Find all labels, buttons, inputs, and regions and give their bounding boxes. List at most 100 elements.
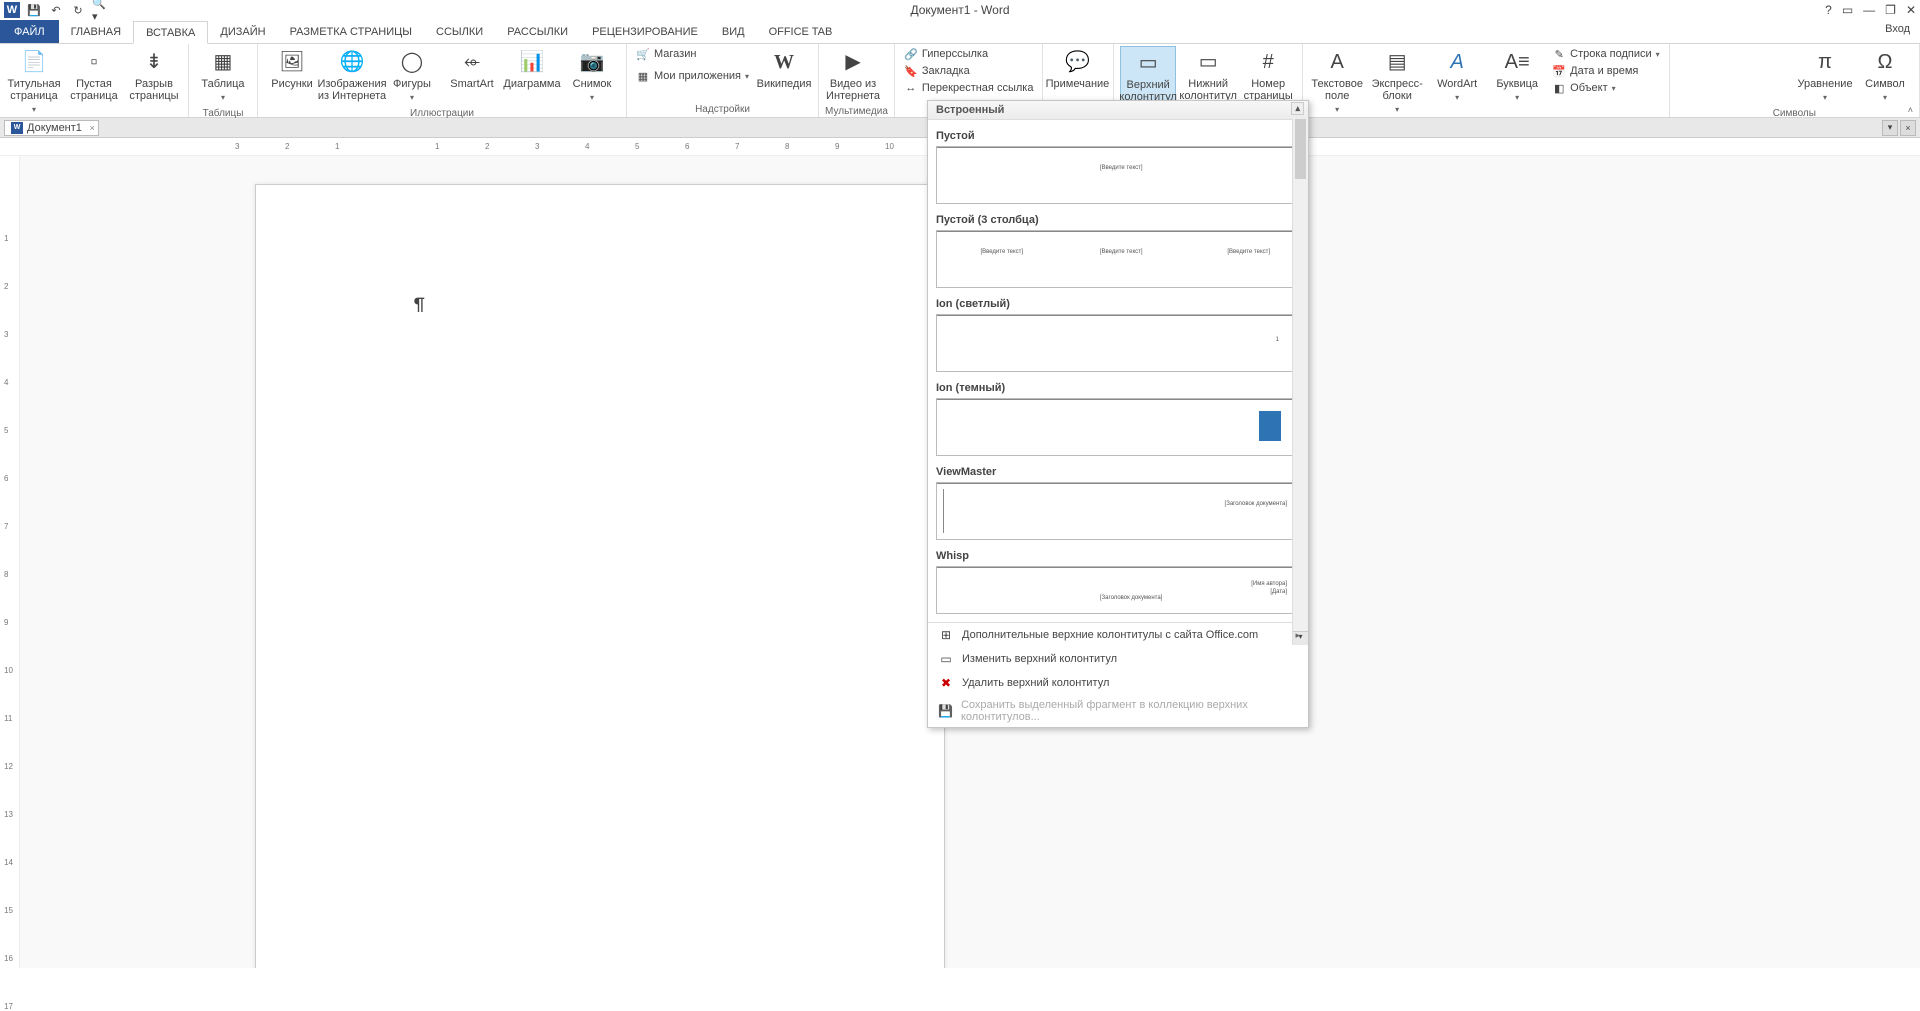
tab-insert[interactable]: ВСТАВКА [133, 21, 208, 44]
gallery-item-ion-dark[interactable] [936, 398, 1300, 456]
bookmark-button[interactable]: 🔖Закладка [901, 63, 1037, 79]
scrollbar-thumb[interactable] [1295, 119, 1306, 179]
smartart-button[interactable]: ⬰SmartArt [444, 46, 500, 92]
table-button[interactable]: ▦Таблица [195, 46, 251, 106]
my-apps-button[interactable]: ▦Мои приложения [633, 68, 752, 84]
ribbon-display-icon[interactable]: ▭ [1842, 3, 1853, 17]
header-gallery-dropdown: Встроенный ▴ Пустой [Введите текст] Пуст… [927, 100, 1309, 728]
equation-button[interactable]: πУравнение [1797, 46, 1853, 106]
screenshot-button[interactable]: 📷Снимок [564, 46, 620, 106]
gallery-item-ion-light[interactable]: 1 [936, 314, 1300, 372]
comment-button[interactable]: 💬Примечание [1049, 46, 1105, 92]
datetime-icon: 📅 [1552, 64, 1566, 78]
page-break-icon: ⇟ [140, 48, 168, 76]
save-gallery-icon: 💾 [938, 703, 953, 719]
close-tab-icon[interactable]: × [90, 123, 95, 133]
dropcap-button[interactable]: A≡Буквица [1489, 46, 1545, 106]
maximize-icon[interactable]: ❐ [1885, 3, 1896, 17]
symbol-button[interactable]: ΩСимвол [1857, 46, 1913, 106]
shapes-button[interactable]: ◯Фигуры [384, 46, 440, 106]
gallery-footer: ⊞ Дополнительные верхние колонтитулы с с… [928, 622, 1308, 727]
redo-icon[interactable]: ↻ [70, 2, 86, 18]
page[interactable]: ¶ [255, 184, 945, 968]
group-addins: 🛒Магазин ▦Мои приложения WВикипедия Надс… [627, 44, 819, 117]
tab-file[interactable]: ФАЙЛ [0, 20, 59, 43]
ribbon-tabs: ФАЙЛ ГЛАВНАЯ ВСТАВКА ДИЗАЙН РАЗМЕТКА СТР… [0, 20, 1920, 44]
store-button[interactable]: 🛒Магазин [633, 46, 752, 62]
crossref-icon: ↔ [904, 81, 918, 95]
gallery-item-label: ViewMaster [936, 460, 1300, 482]
gallery-item-label: Пустой (3 столбца) [936, 208, 1300, 230]
gallery-body: Пустой [Введите текст] Пустой (3 столбца… [928, 120, 1308, 622]
edit-header[interactable]: ▭ Изменить верхний колонтитул [928, 647, 1308, 671]
signature-line-button[interactable]: ✎Строка подписи [1549, 46, 1662, 62]
cover-page-icon: 📄 [20, 48, 48, 76]
save-selection-to-gallery: 💾 Сохранить выделенный фрагмент в коллек… [928, 695, 1308, 727]
signature-icon: ✎ [1552, 47, 1566, 61]
tab-office-tab[interactable]: OFFICE TAB [757, 20, 845, 43]
wordart-button[interactable]: AWordArt [1429, 46, 1485, 106]
pictures-button[interactable]: 🖼Рисунки [264, 46, 320, 92]
chart-button[interactable]: 📊Диаграмма [504, 46, 560, 92]
quickparts-icon: ▤ [1383, 48, 1411, 76]
textbox-button[interactable]: AТекстовое поле [1309, 46, 1365, 118]
gallery-scroll-up-icon[interactable]: ▴ [1291, 102, 1304, 115]
chart-icon: 📊 [518, 48, 546, 76]
word-icon: W [4, 2, 20, 18]
cover-page-button[interactable]: 📄Титульная страница [6, 46, 62, 118]
object-button[interactable]: ◧Объект [1549, 80, 1662, 96]
wikipedia-icon: W [770, 48, 798, 76]
remove-header-icon: ✖ [938, 675, 954, 691]
vertical-ruler[interactable]: 1234567891011121314151617 [0, 156, 20, 968]
save-icon[interactable]: 💾 [26, 2, 42, 18]
tab-home[interactable]: ГЛАВНАЯ [59, 20, 133, 43]
gallery-scrollbar[interactable]: ▾ [1292, 119, 1308, 645]
qat-more-icon[interactable]: 🔍▾ [92, 2, 108, 18]
collapse-ribbon-icon[interactable]: ˄ [1908, 105, 1913, 115]
wikipedia-button[interactable]: WВикипедия [756, 46, 812, 92]
tab-view[interactable]: ВИД [710, 20, 757, 43]
tab-layout[interactable]: РАЗМЕТКА СТРАНИЦЫ [278, 20, 424, 43]
gallery-item-empty[interactable]: [Введите текст] [936, 146, 1300, 204]
office-icon: ⊞ [938, 627, 954, 643]
help-icon[interactable]: ? [1825, 3, 1832, 17]
more-headers-office-com[interactable]: ⊞ Дополнительные верхние колонтитулы с с… [928, 623, 1308, 647]
store-icon: 🛒 [636, 47, 650, 61]
close-icon[interactable]: ✕ [1906, 3, 1916, 17]
online-video-button[interactable]: ▶Видео из Интернета [825, 46, 881, 104]
tab-design[interactable]: ДИЗАЙН [208, 20, 277, 43]
blank-page-button[interactable]: ▫Пустая страница [66, 46, 122, 104]
tab-review[interactable]: РЕЦЕНЗИРОВАНИЕ [580, 20, 710, 43]
page-break-button[interactable]: ⇟Разрыв страницы [126, 46, 182, 104]
document-tab[interactable]: W Документ1 × [4, 120, 99, 136]
window-buttons: ? ▭ — ❐ ✕ [1825, 3, 1916, 17]
tabbar-close-icon[interactable]: × [1900, 120, 1916, 136]
date-time-button[interactable]: 📅Дата и время [1549, 63, 1662, 79]
pictures-icon: 🖼 [278, 48, 306, 76]
undo-icon[interactable]: ↶ [48, 2, 64, 18]
document-tab-label: Документ1 [27, 122, 82, 134]
hyperlink-icon: 🔗 [904, 47, 918, 61]
window-title: Документ1 - Word [910, 3, 1009, 17]
gallery-item-label: Ion (светлый) [936, 292, 1300, 314]
gallery-item-viewmaster[interactable]: [Заголовок документа] [936, 482, 1300, 540]
group-illustrations: 🖼Рисунки 🌐Изображения из Интернета ◯Фигу… [258, 44, 627, 117]
minimize-icon[interactable]: — [1863, 3, 1875, 17]
group-label-addins: Надстройки [633, 102, 812, 115]
quickparts-button[interactable]: ▤Экспресс-блоки [1369, 46, 1425, 118]
gallery-item-whisp[interactable]: [Заголовок документа] [Имя автора] [Дата… [936, 566, 1300, 614]
tab-references[interactable]: ССЫЛКИ [424, 20, 495, 43]
blank-page-icon: ▫ [80, 48, 108, 76]
paragraph-mark-icon: ¶ [414, 293, 425, 315]
sign-in-link[interactable]: Вход [1885, 23, 1910, 35]
tab-mailings[interactable]: РАССЫЛКИ [495, 20, 580, 43]
header-icon: ▭ [1134, 49, 1162, 77]
tabbar-menu-icon[interactable]: ▾ [1882, 120, 1898, 136]
chevron-right-icon: ▸ [1295, 630, 1300, 641]
remove-header[interactable]: ✖ Удалить верхний колонтитул [928, 671, 1308, 695]
hyperlink-button[interactable]: 🔗Гиперссылка [901, 46, 1037, 62]
online-pictures-button[interactable]: 🌐Изображения из Интернета [324, 46, 380, 104]
gallery-item-empty-3col[interactable]: [Введите текст] [Введите текст] [Введите… [936, 230, 1300, 288]
crossref-button[interactable]: ↔Перекрестная ссылка [901, 80, 1037, 96]
comment-icon: 💬 [1063, 48, 1091, 76]
